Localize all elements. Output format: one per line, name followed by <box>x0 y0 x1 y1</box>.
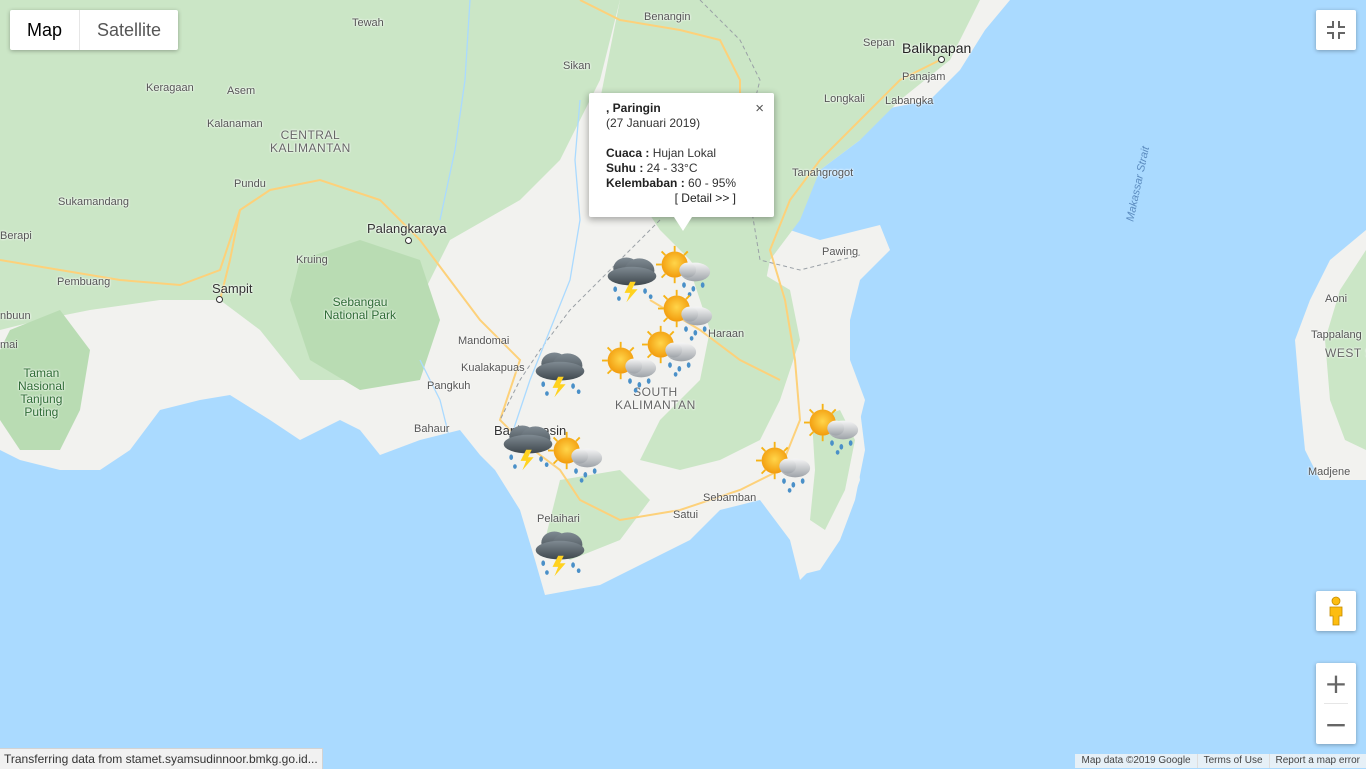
info-cuaca: Cuaca : Hujan Lokal <box>606 146 717 160</box>
exit-fullscreen-button[interactable] <box>1316 10 1356 50</box>
exit-fullscreen-icon <box>1327 21 1345 39</box>
info-window-close-button[interactable]: × <box>755 100 764 117</box>
label-west-sulawesi: WEST S <box>1325 346 1366 360</box>
label-sampit: Sampit <box>212 281 253 296</box>
label-taman-nasional-tanjung-puting: Taman Nasional Tanjung Puting <box>18 366 65 419</box>
zoom-control: + − <box>1316 663 1356 744</box>
info-detail-link[interactable]: [ Detail >> ] <box>606 191 736 206</box>
label-aoni: Aoni <box>1325 293 1348 305</box>
map-type-satellite-button[interactable]: Satellite <box>80 10 178 50</box>
label-bahaur: Bahaur <box>414 423 450 435</box>
sunny-rain-marker-4[interactable] <box>598 340 662 396</box>
label-mai: mai <box>0 339 18 351</box>
sunny-rain-marker-7[interactable] <box>800 402 864 458</box>
label-central-kalimantan: CENTRAL KALIMANTAN <box>270 128 351 155</box>
info-window-pointer <box>674 217 692 231</box>
map-data-attribution: Map data ©2019 Google <box>1081 755 1191 766</box>
label-longkali: Longkali <box>824 93 865 105</box>
pegman-icon <box>1329 596 1343 626</box>
label-sebangau-national-park: Sebangau National Park <box>324 295 397 322</box>
label-pangkuh: Pangkuh <box>427 380 471 392</box>
label-panajam: Panajam <box>902 71 946 83</box>
label-keragaan: Keragaan <box>146 82 194 94</box>
map-footer: Map data ©2019 Google Terms of Use Repor… <box>1075 754 1366 768</box>
label-sebamban: Sebamban <box>703 492 757 504</box>
map-type-control: Map Satellite <box>10 10 179 50</box>
label-tanahgrogot: Tanahgrogot <box>792 167 854 179</box>
label-pembuang: Pembuang <box>57 276 111 288</box>
zoom-out-button[interactable]: − <box>1316 704 1356 744</box>
label-satui: Satui <box>673 509 699 521</box>
label-asem: Asem <box>227 85 256 97</box>
label-labangka: Labangka <box>885 95 934 107</box>
label-pawing: Pawing <box>822 246 859 258</box>
label-madjene: Madjene <box>1308 466 1351 478</box>
street-view-pegman-button[interactable] <box>1316 591 1356 631</box>
city-dot-balikpapan <box>938 56 945 63</box>
label-palangkaraya: Palangkaraya <box>367 221 447 236</box>
label-tewah: Tewah <box>352 17 384 29</box>
info-window-content: , Paringin (27 Januari 2019) Cuaca : Huj… <box>606 101 736 206</box>
info-suhu: Suhu : 24 - 33°C <box>606 161 698 175</box>
thunderstorm-marker-4[interactable] <box>528 524 592 580</box>
thunderstorm-marker-2[interactable] <box>528 345 592 401</box>
label-kualakapuas: Kualakapuas <box>461 362 525 374</box>
city-dot-sampit <box>216 296 223 303</box>
info-kelembaban: Kelembaban : 60 - 95% <box>606 176 737 190</box>
report-map-error-link[interactable]: Report a map error <box>1268 754 1366 768</box>
info-title: , Paringin <box>606 101 661 115</box>
sunny-rain-marker-5[interactable] <box>544 430 608 486</box>
label-berapi: Berapi <box>0 230 32 242</box>
label-benangin: Benangin <box>644 11 691 23</box>
label-buun: nbuun <box>0 310 31 322</box>
info-date: (27 Januari 2019) <box>606 116 701 130</box>
label-pundu: Pundu <box>234 178 266 190</box>
label-kalanaman: Kalanaman <box>207 118 263 130</box>
label-mandomai: Mandomai <box>458 335 510 347</box>
weather-info-window: × , Paringin (27 Januari 2019) Cuaca : H… <box>589 93 774 231</box>
label-tappalang: Tappalang <box>1311 329 1362 341</box>
zoom-in-button[interactable]: + <box>1316 663 1356 703</box>
label-balikpapan: Balikpapan <box>902 40 972 56</box>
label-sukamandang: Sukamandang <box>58 196 129 208</box>
label-sikan: Sikan <box>563 60 591 72</box>
map-type-map-button[interactable]: Map <box>10 10 79 50</box>
label-kruing: Kruing <box>296 254 328 266</box>
terms-of-use-link[interactable]: Terms of Use <box>1196 754 1269 768</box>
city-dot-palangkaraya <box>405 237 412 244</box>
label-sepan: Sepan <box>863 37 895 49</box>
browser-status-bar: Transferring data from stamet.syamsudinn… <box>0 748 323 769</box>
